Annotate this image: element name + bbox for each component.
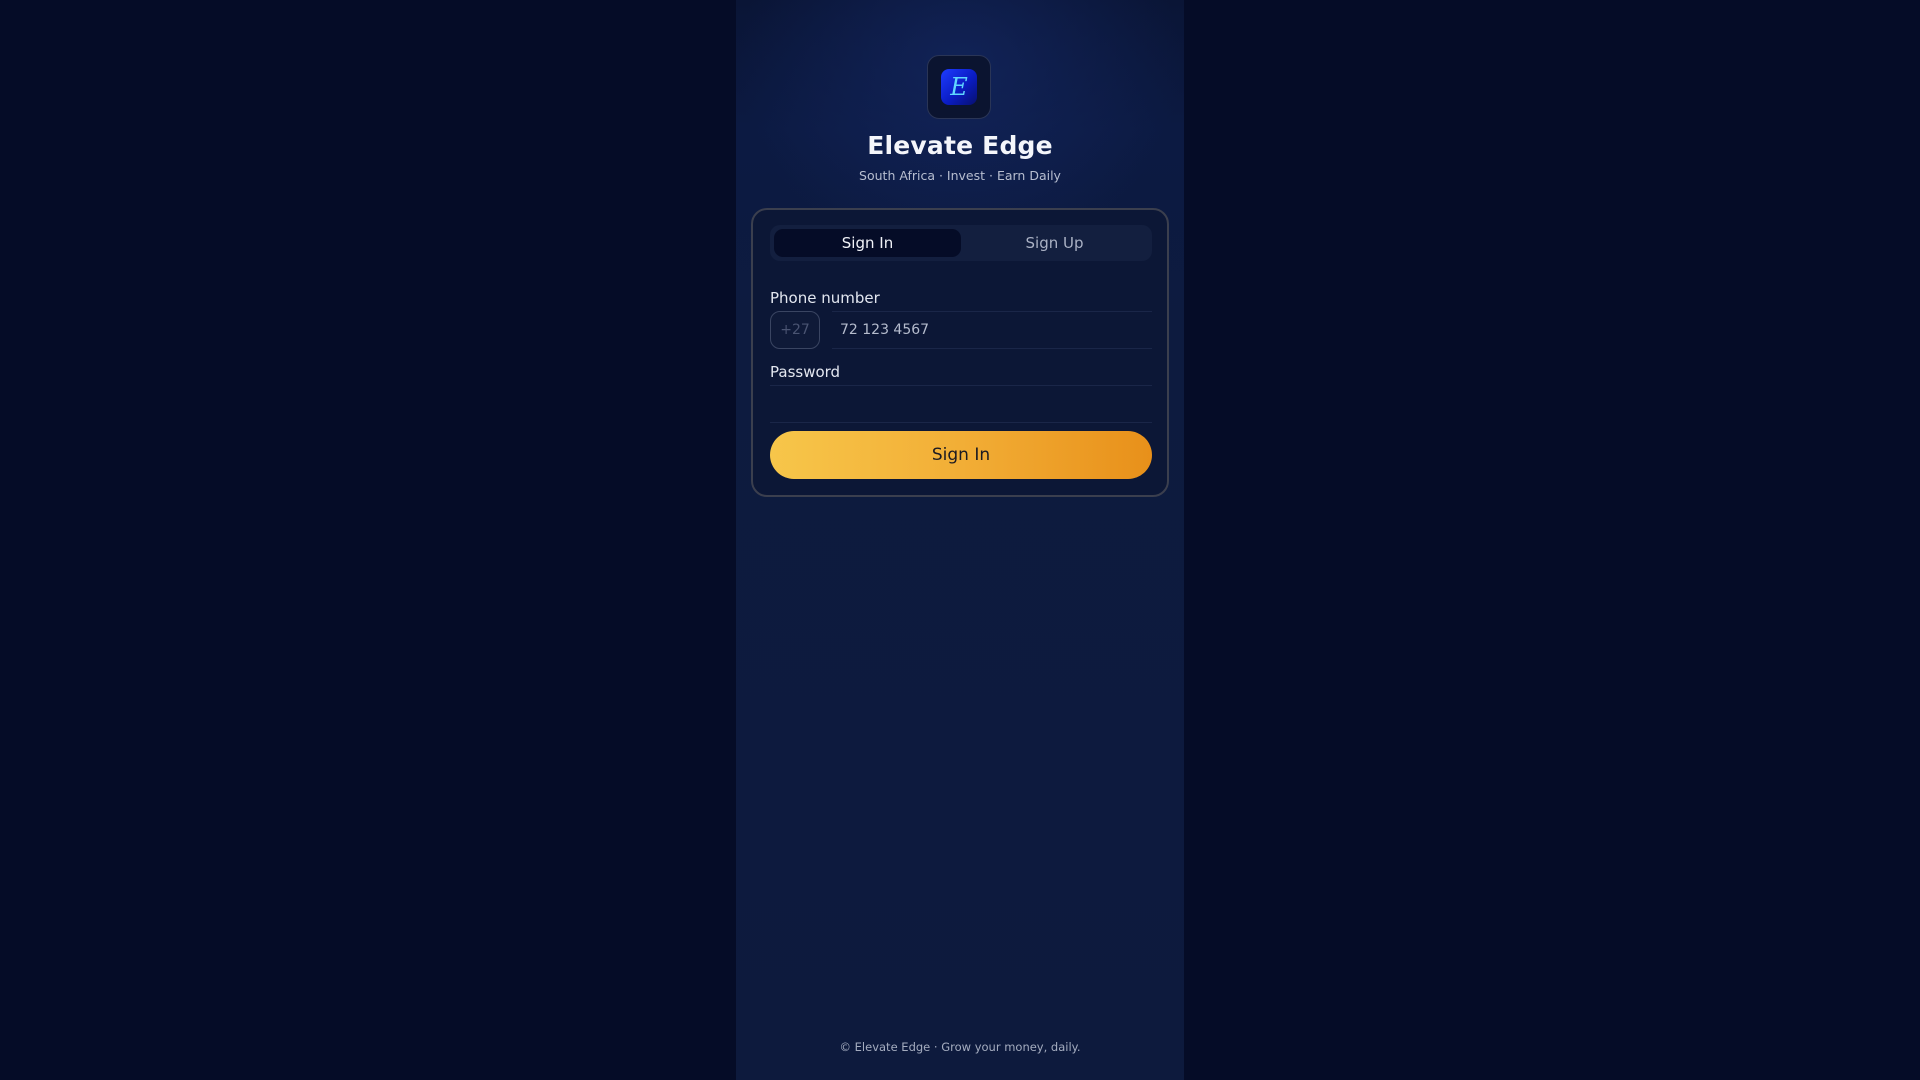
app-logo: E [927,55,991,119]
logo-icon: E [941,69,977,105]
tab-sign-up[interactable]: Sign Up [961,229,1148,257]
login-page: E Elevate Edge South Africa · Invest · E… [0,0,1920,1080]
country-code-selector[interactable]: +27 [770,311,820,349]
password-input[interactable] [770,385,1152,423]
app-title: Elevate Edge [867,131,1053,160]
sign-in-button[interactable]: Sign In [770,431,1152,479]
auth-tabs: Sign In Sign Up [770,225,1152,261]
app-tagline: South Africa · Invest · Earn Daily [859,168,1061,183]
footer-text: © Elevate Edge · Grow your money, daily. [839,1040,1081,1054]
tab-sign-in[interactable]: Sign In [774,229,961,257]
logo-glyph: E [950,73,968,101]
phone-input[interactable] [832,311,1152,349]
auth-card: Sign In Sign Up Phone number +27 Passwor… [751,208,1169,497]
main-column [736,0,1184,1080]
password-label: Password [770,363,841,381]
phone-label: Phone number [770,289,880,307]
